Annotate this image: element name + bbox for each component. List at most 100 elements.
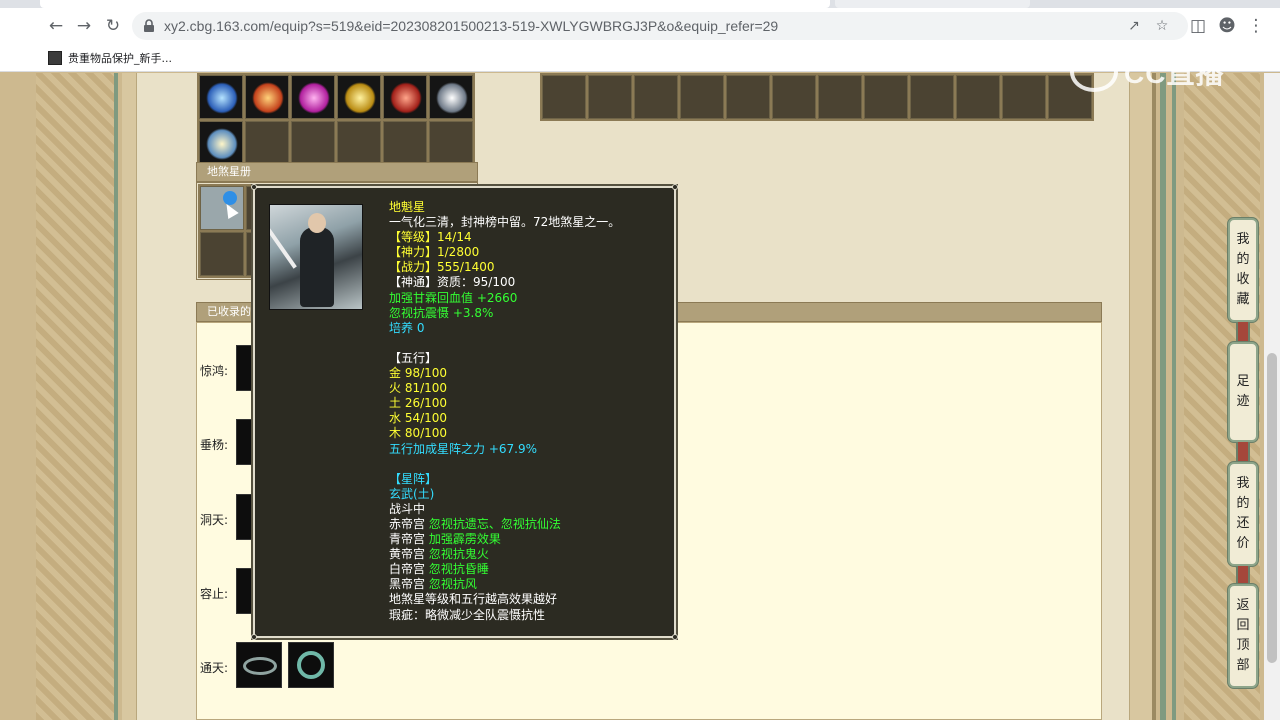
star-slot[interactable] [200,232,244,276]
item-slot[interactable] [199,121,243,165]
side-button-char: 迹 [1236,394,1250,409]
item-icon [298,82,330,114]
collect-thumbnail[interactable] [288,642,334,688]
star-icon[interactable]: ☆ [1152,16,1172,36]
item-slot[interactable] [726,75,770,119]
profile-icon[interactable]: ☻ [1215,14,1239,38]
menu-icon[interactable]: ⋮ [1244,14,1268,38]
active-tab[interactable] [40,0,830,8]
item-slot[interactable] [337,121,381,165]
star-note: 地煞星等级和五行越高效果越好 [389,592,558,607]
star-battle: 【战力】555/1400 [389,260,495,275]
bookmark-favicon-icon [48,51,62,65]
side-button-char: 价 [1236,536,1250,551]
item-slot[interactable] [634,75,678,119]
bookmark-label: 贵重物品保护_新手... [68,52,172,65]
item-slot[interactable] [1002,75,1046,119]
wuxing-water: 水 54/100 [389,411,448,426]
collect-row-label: 洞天: [200,513,229,527]
url-text[interactable]: xy2.cbg.163.com/equip?s=519&eid=20230820… [164,12,778,40]
scrollbar-thumb[interactable] [1267,353,1277,663]
palace-line: 青帝宫 加强霹雳效果 [389,532,620,547]
browser-toolbar: ← → ↻ xy2.cbg.163.com/equip?s=519&eid=20… [0,8,1280,44]
history-button[interactable]: 足 迹 [1228,342,1258,442]
side-connector [1236,442,1250,464]
item-slot[interactable] [383,75,427,119]
bracelet-icon [243,657,277,675]
my-offers-button[interactable]: 我 的 还 价 [1228,462,1258,566]
item-slot[interactable] [383,121,427,165]
item-slot[interactable] [245,121,289,165]
side-button-char: 收 [1236,272,1250,287]
star-bonus: 加强甘霖回血值 +2660 [389,290,518,305]
item-slot[interactable] [864,75,908,119]
item-slot[interactable] [199,75,243,119]
back-to-top-button[interactable]: 返 回 顶 部 [1228,584,1258,688]
collect-thumbnail[interactable] [236,642,282,688]
character-head [308,213,326,233]
corner-ornament [672,634,678,640]
sword-icon [270,217,297,269]
item-slot[interactable] [291,75,335,119]
item-slot[interactable] [818,75,862,119]
side-button-char: 顶 [1236,638,1250,653]
sidebar-icon[interactable]: ◫ [1186,14,1210,38]
item-slot[interactable] [680,75,724,119]
bookmark-item[interactable]: 贵重物品保护_新手... [48,50,172,66]
address-bar[interactable]: xy2.cbg.163.com/equip?s=519&eid=20230820… [132,12,1188,40]
side-connector [1236,322,1250,344]
equipment-grid [197,73,475,167]
star-desc: 一气化三清，封神榜中留。72地煞星之一。 [389,215,621,230]
in-battle-label: 战斗中 [389,501,426,516]
star-flaw: 瑕疵：略微减少全队震慑抗性 [389,607,546,622]
watermark: CC直播 [1070,52,1224,92]
corner-ornament [251,184,257,190]
star-cultivate: 培养 0 [389,320,425,335]
ring-icon [297,651,325,679]
forward-icon[interactable]: → [72,14,96,38]
decorative-rail [114,73,136,720]
star-tooltip: 地魁星 一气化三清，封神榜中留。72地煞星之一。 【等级】14/14 【神力】1… [251,184,678,640]
page-scrollbar[interactable] [1264,73,1280,720]
palace-effect: 忽视抗风 [428,577,477,592]
item-slot[interactable] [910,75,954,119]
my-favorites-button[interactable]: 我 的 收 藏 [1228,218,1258,322]
side-button-char: 的 [1236,496,1250,511]
corner-ornament [672,184,678,190]
back-icon[interactable]: ← [44,14,68,38]
palace-effect: 忽视抗遗忘、忽视抗仙法 [428,516,561,531]
item-slot[interactable] [956,75,1000,119]
item-icon [436,82,468,114]
watermark-logo-icon [1070,52,1118,92]
item-slot[interactable] [337,75,381,119]
item-slot[interactable] [588,75,632,119]
star-name: 地魁星 [389,200,426,214]
item-slot[interactable] [245,75,289,119]
reload-icon[interactable]: ↻ [101,14,125,38]
palace-name: 黄帝宫 [389,547,426,562]
palace-effect: 加强霹雳效果 [428,532,501,547]
item-slot[interactable] [542,75,586,119]
watermark-text: CC直播 [1124,58,1225,89]
star-level: 【等级】14/14 [389,230,472,245]
side-button-char: 足 [1236,374,1250,389]
item-slot[interactable] [429,75,473,119]
item-slot[interactable] [291,121,335,165]
decorative-rail [1130,73,1184,720]
collect-row-label: 容止: [200,587,229,601]
wuxing-bonus: 五行加成星阵之力 +67.9% [389,441,537,456]
palace-name: 青帝宫 [389,532,426,547]
item-slot[interactable] [772,75,816,119]
tab[interactable] [835,0,1030,8]
lock-icon[interactable] [142,19,156,33]
wuxing-fire: 火 81/100 [389,381,448,396]
share-icon[interactable]: ↗ [1124,16,1144,36]
tab-strip [0,0,1280,8]
wuxing-wood: 木 80/100 [389,426,448,441]
palace-line: 黑帝宫 忽视抗风 [389,577,620,592]
item-slot[interactable] [429,121,473,165]
item-icon [252,82,284,114]
palace-line: 赤帝宫 忽视抗遗忘、忽视抗仙法 [389,517,620,532]
star-aptitude: 【神通】资质：95/100 [389,275,516,290]
formation-name: 玄武(土) [389,486,435,501]
